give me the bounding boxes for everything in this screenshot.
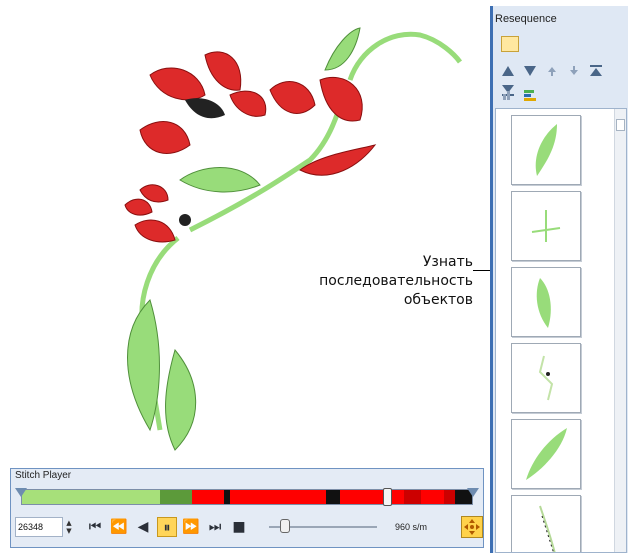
skip-end-icon: ⏭ bbox=[208, 519, 222, 535]
reorder-toolbar bbox=[501, 63, 628, 96]
thumbnail-scrollbar-thumb[interactable] bbox=[616, 119, 625, 131]
top-curl-stem bbox=[347, 31, 463, 81]
go-to-start-button[interactable]: ⏮ bbox=[85, 517, 105, 537]
speed-slider-thumb[interactable] bbox=[280, 519, 291, 533]
fast-backward-icon: ⏪ bbox=[110, 519, 128, 535]
timeline-color-segment bbox=[230, 490, 326, 504]
flower-petal-3 bbox=[139, 121, 191, 154]
pause-icon: ⏸ bbox=[163, 520, 171, 536]
stitch-player-panel: Stitch Player 26348 ▲ ▼ ⏮ ⏪ ◀ ⏸ ⏩ ⏭ ■ 960… bbox=[10, 468, 484, 548]
move-to-top-icon[interactable] bbox=[589, 63, 603, 77]
move-down-icon[interactable] bbox=[523, 63, 537, 77]
stitch-player-title: Stitch Player bbox=[15, 470, 72, 481]
speed-label: 960 s/m bbox=[395, 522, 428, 532]
timeline-color-segment bbox=[325, 490, 341, 504]
annotation-line-3: объектов bbox=[403, 292, 473, 308]
move-view-button[interactable] bbox=[461, 516, 483, 538]
sort-by-color-icon[interactable] bbox=[501, 87, 515, 101]
annotation-line-1: Узнать bbox=[422, 254, 473, 270]
timeline-position-handle[interactable] bbox=[383, 488, 393, 506]
small-flower-center bbox=[179, 214, 191, 226]
fast-forward-icon: ⏩ bbox=[182, 519, 200, 535]
middle-leaf bbox=[179, 167, 261, 193]
thumbnail-column bbox=[503, 109, 603, 552]
thumbnail-stem-2[interactable] bbox=[511, 343, 581, 413]
step-back-icon: ◀ bbox=[137, 519, 149, 535]
timeline-start-marker[interactable] bbox=[15, 488, 27, 497]
timeline-color-segment bbox=[340, 490, 405, 504]
flower-petal-5 bbox=[269, 81, 316, 114]
resequence-title: Resequence bbox=[495, 13, 557, 25]
flower-petal-4 bbox=[229, 90, 267, 117]
stitch-count-spinner[interactable]: ▲ ▼ bbox=[65, 519, 73, 535]
move-up-icon[interactable] bbox=[501, 63, 515, 77]
player-controls: 26348 ▲ ▼ ⏮ ⏪ ◀ ⏸ ⏩ ⏭ ■ 960 s/m bbox=[15, 515, 483, 541]
thumbnail-scrollbar-track[interactable] bbox=[614, 109, 626, 552]
stitch-count-field[interactable]: 26348 bbox=[15, 517, 63, 537]
lower-leaf-right bbox=[165, 348, 197, 451]
timeline-color-segment bbox=[404, 490, 422, 504]
stop-button[interactable]: ■ bbox=[229, 517, 249, 537]
flower-center bbox=[185, 98, 225, 119]
step-back-button[interactable]: ◀ bbox=[133, 517, 153, 537]
move-down-one-icon[interactable] bbox=[567, 63, 581, 77]
top-leaf bbox=[324, 27, 361, 71]
stop-icon: ■ bbox=[232, 519, 246, 535]
flower-petal-2 bbox=[204, 51, 242, 91]
go-to-end-button[interactable]: ⏭ bbox=[205, 517, 225, 537]
timeline-color-segment bbox=[444, 490, 456, 504]
fast-forward-button[interactable]: ⏩ bbox=[181, 517, 201, 537]
annotation-line-2: последовательность bbox=[319, 273, 473, 289]
thumbnail-leaf-3[interactable] bbox=[511, 419, 581, 489]
timeline-color-segment bbox=[421, 490, 445, 504]
thumbnail-stem-3[interactable] bbox=[511, 495, 581, 552]
move-cross-icon bbox=[464, 519, 480, 535]
object-thumbnail-list[interactable] bbox=[495, 108, 627, 553]
timeline-color-segment bbox=[159, 490, 192, 504]
annotation-callout: Узнать последовательность объектов bbox=[319, 253, 473, 310]
flower-petal-1 bbox=[149, 67, 206, 101]
thumbnail-leaf-1[interactable] bbox=[511, 115, 581, 185]
fast-backward-button[interactable]: ⏪ bbox=[109, 517, 129, 537]
stitch-timeline[interactable] bbox=[21, 489, 473, 505]
timeline-color-segment bbox=[191, 490, 224, 504]
small-petal-2 bbox=[139, 184, 169, 203]
thumbnail-stem-1[interactable] bbox=[511, 191, 581, 261]
move-up-one-icon[interactable] bbox=[545, 63, 559, 77]
small-petal-1 bbox=[124, 198, 153, 216]
resequence-panel: Resequence bbox=[490, 6, 628, 553]
timeline-color-segment bbox=[22, 490, 160, 504]
view-toggle-button[interactable] bbox=[501, 36, 519, 52]
pause-button[interactable]: ⏸ bbox=[157, 517, 177, 537]
skip-start-icon: ⏮ bbox=[88, 519, 102, 535]
thumbnail-leaf-2[interactable] bbox=[511, 267, 581, 337]
color-bars-icon[interactable] bbox=[523, 87, 537, 101]
timeline-end-marker[interactable] bbox=[467, 488, 479, 497]
flower-petal-6 bbox=[319, 76, 363, 122]
small-petal-3 bbox=[134, 219, 176, 243]
lower-leaf-left bbox=[127, 299, 160, 432]
sort-toolbar bbox=[501, 87, 540, 105]
